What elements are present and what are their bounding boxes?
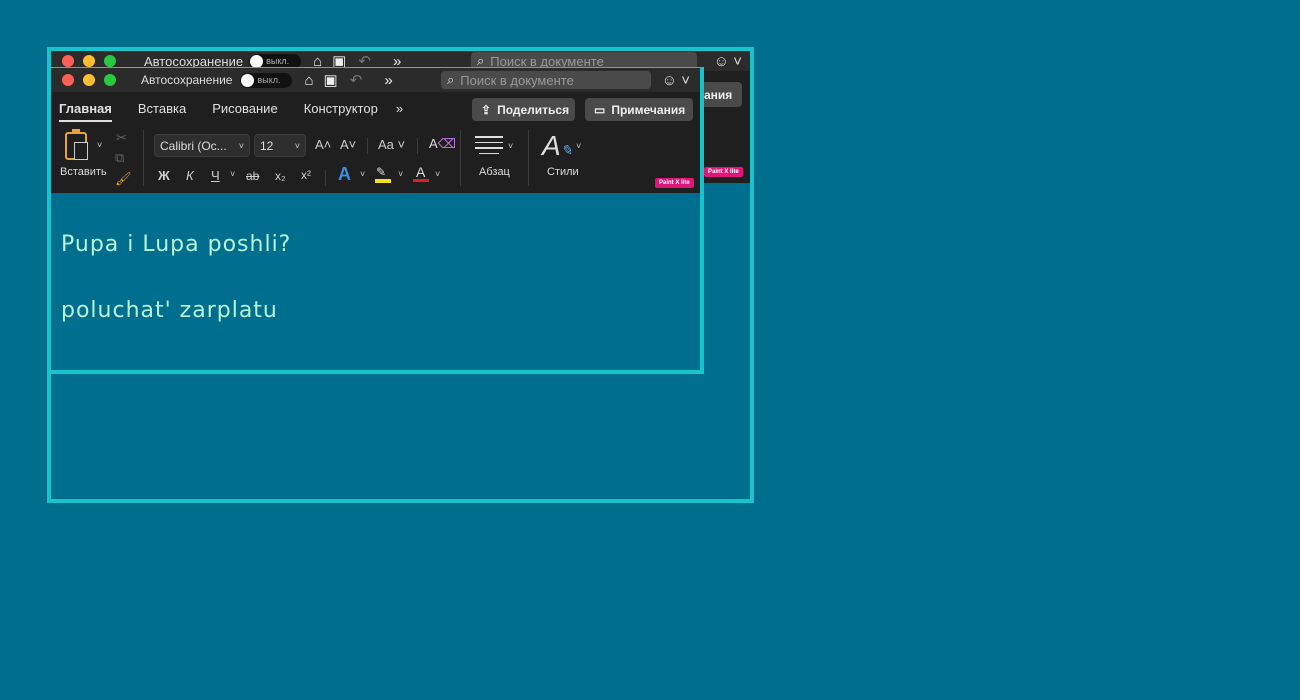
strikethrough-button[interactable]: ab [246, 169, 259, 183]
close-button[interactable] [62, 74, 74, 86]
front-titlebar: Автосохранение выкл. ⌂ ▣ ↶ » ⌕ Поиск в д… [51, 68, 700, 92]
autosave-label: Автосохранение [141, 73, 233, 87]
grow-font-icon[interactable]: A˄ [315, 137, 331, 152]
chevron-down-icon: ˅ [294, 140, 300, 151]
styles-dropdown-icon[interactable]: ˅ [576, 141, 581, 151]
comment-icon: ▭ [594, 102, 606, 117]
minimize-button[interactable] [83, 55, 95, 67]
tab-design[interactable]: Конструктор [304, 101, 378, 116]
save-icon[interactable]: ▣ [324, 71, 338, 89]
share-icon: ⇪ [481, 102, 492, 117]
share-button[interactable]: ⇪ Поделиться [472, 98, 575, 121]
smile-icon[interactable]: ☺ ˅ [714, 53, 742, 70]
more-tabs-icon[interactable]: » [396, 101, 403, 116]
paste-dropdown-icon[interactable]: ˅ [97, 140, 102, 150]
search-icon: ⌕ [447, 72, 455, 87]
paste-label: Вставить [60, 166, 107, 178]
separator [417, 138, 418, 154]
search-input[interactable]: ⌕ Поиск в документе [441, 71, 651, 89]
separator [325, 170, 326, 186]
highlight-dropdown-icon[interactable]: ˅ [398, 169, 403, 179]
superscript-button[interactable]: x² [301, 168, 311, 182]
separator [367, 138, 368, 154]
comments-button[interactable]: ▭ Примечания [585, 98, 693, 121]
shrink-font-icon[interactable]: A˅ [340, 137, 356, 152]
copy-icon[interactable]: ⧉ [115, 150, 124, 166]
change-case-button[interactable]: Aa ˅ [378, 137, 405, 152]
paragraph-label: Абзац [479, 166, 510, 178]
clear-formatting-icon[interactable]: A⌫ [429, 136, 456, 152]
bold-button[interactable]: Ж [158, 168, 170, 183]
separator [143, 130, 144, 186]
styles-icon[interactable]: A✎ [542, 130, 572, 162]
smile-icon[interactable]: ☺ ˅ [662, 72, 690, 89]
italic-button[interactable]: К [186, 168, 194, 183]
underline-button[interactable]: Ч [211, 168, 220, 183]
home-icon[interactable]: ⌂ [304, 72, 313, 89]
document-line: Pupa i Lupa poshli? [61, 232, 292, 257]
separator [528, 130, 529, 186]
font-size-select[interactable]: 12 ˅ [254, 134, 306, 157]
front-window: Автосохранение выкл. ⌂ ▣ ↶ » ⌕ Поиск в д… [51, 68, 700, 193]
ribbon: Главная Вставка Рисование Конструктор » … [51, 92, 700, 193]
cut-icon[interactable]: ✂ [116, 130, 127, 146]
brand-badge: Paint X lite [655, 178, 694, 188]
font-color-dropdown-icon[interactable]: ˅ [435, 169, 440, 179]
document-text[interactable]: Pupa i Lupa poshli? poluchat' zarplatu [61, 190, 291, 344]
styles-label: Стили [547, 166, 579, 178]
separator [460, 130, 461, 186]
tab-draw[interactable]: Рисование [212, 101, 277, 116]
font-color-icon[interactable]: A [413, 164, 429, 183]
highlight-icon[interactable]: ✎ [375, 165, 391, 183]
paragraph-icon[interactable] [475, 136, 503, 156]
zoom-button[interactable] [104, 55, 116, 67]
back-comments-button[interactable]: ания [702, 82, 742, 107]
font-name-select[interactable]: Calibri (Ос... ˅ [154, 134, 250, 157]
underline-dropdown-icon[interactable]: ˅ [230, 169, 235, 179]
undo-icon[interactable]: ↶ [350, 71, 363, 89]
autosave-toggle[interactable]: выкл. [240, 72, 293, 88]
zoom-button[interactable] [104, 74, 116, 86]
text-effects-dropdown-icon[interactable]: ˅ [360, 169, 365, 179]
paragraph-dropdown-icon[interactable]: ˅ [508, 141, 513, 151]
tab-home[interactable]: Главная [59, 101, 112, 122]
subscript-button[interactable]: x₂ [275, 169, 286, 183]
text-effects-icon[interactable]: A [338, 164, 351, 185]
close-button[interactable] [62, 55, 74, 67]
clipboard-icon[interactable] [65, 129, 88, 160]
chevron-down-icon: ˅ [238, 140, 244, 151]
back-brand-badge: Paint X lite [704, 167, 743, 177]
document-line: poluchat' zarplatu [61, 298, 278, 323]
tab-insert[interactable]: Вставка [138, 101, 186, 116]
more-icon[interactable]: » [384, 72, 392, 89]
format-painter-icon[interactable]: 🖌 [115, 171, 132, 187]
minimize-button[interactable] [83, 74, 95, 86]
